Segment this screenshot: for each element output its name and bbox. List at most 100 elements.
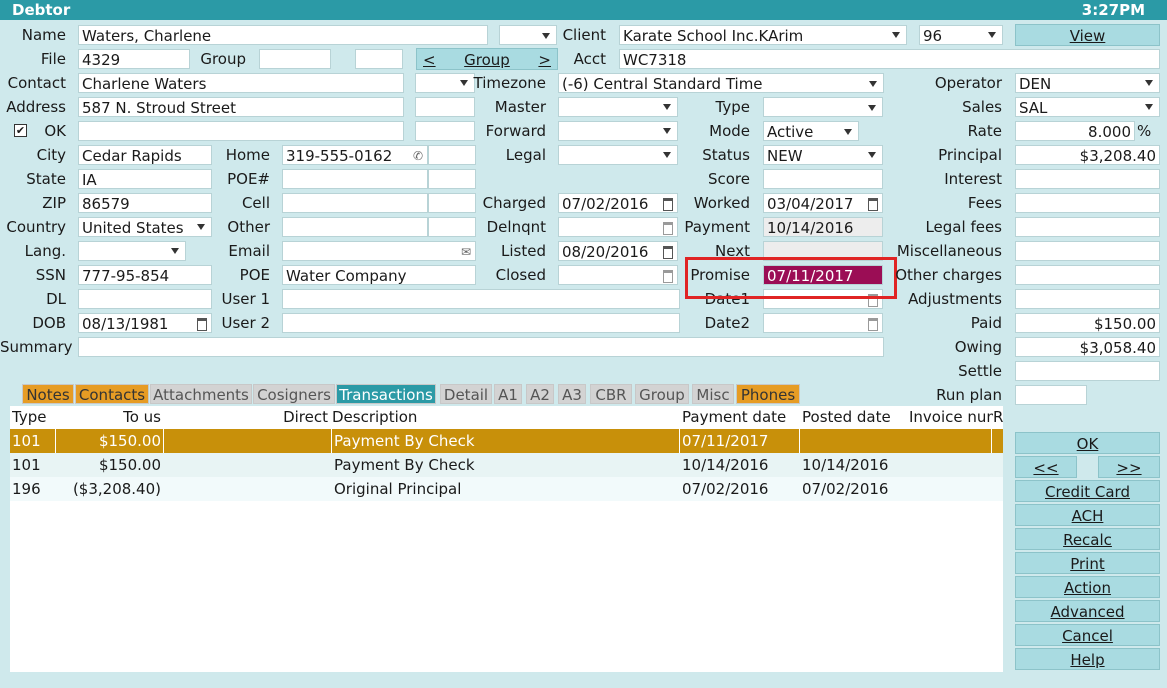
group-field[interactable] — [259, 49, 331, 69]
tab-contacts[interactable]: Contacts — [75, 384, 149, 404]
tab-group[interactable]: Group — [635, 384, 689, 404]
tab-a1[interactable]: A1 — [494, 384, 522, 404]
user1-field[interactable] — [282, 289, 680, 309]
state-field[interactable]: IA — [78, 169, 212, 189]
tab-a3[interactable]: A3 — [558, 384, 586, 404]
contact-field[interactable]: Charlene Waters — [78, 73, 404, 93]
help-button[interactable]: Help — [1015, 648, 1160, 670]
closed-field[interactable] — [558, 265, 678, 285]
dl-field[interactable] — [78, 289, 212, 309]
client-number-select[interactable]: 96 — [919, 25, 1003, 45]
home-ext-field[interactable] — [428, 145, 476, 165]
col-r[interactable]: R — [993, 406, 1003, 428]
worked-field[interactable]: 03/04/2017 — [763, 193, 883, 213]
score-field[interactable] — [763, 169, 883, 189]
phone-icon[interactable]: ✆ — [413, 146, 423, 164]
table-row[interactable]: 101 $150.00 Payment By Check 07/11/2017 — [10, 429, 1003, 453]
address2-extra-field[interactable] — [415, 121, 475, 141]
principal-field[interactable]: $3,208.40 — [1015, 145, 1160, 165]
run-plan-field[interactable] — [1015, 385, 1087, 405]
poe-ext-field[interactable] — [428, 169, 476, 189]
ok-button[interactable]: OK — [1015, 432, 1160, 454]
cell-ext-field[interactable] — [428, 193, 476, 213]
date2-field[interactable] — [763, 313, 883, 333]
print-button[interactable]: Print — [1015, 552, 1160, 574]
legal-fees-field[interactable] — [1015, 217, 1160, 237]
charged-field[interactable]: 07/02/2016 — [558, 193, 678, 213]
tab-detail[interactable]: Detail — [440, 384, 492, 404]
forward-select[interactable] — [558, 121, 678, 141]
table-row[interactable]: 196 ($3,208.40) Original Principal 07/02… — [10, 477, 1003, 501]
next-record-button[interactable]: >> — [1098, 456, 1160, 478]
tab-notes[interactable]: Notes — [22, 384, 74, 404]
cancel-button[interactable]: Cancel — [1015, 624, 1160, 646]
type-select[interactable] — [763, 97, 883, 117]
acct-field[interactable]: WC7318 — [619, 49, 1160, 69]
group-extra-field[interactable] — [355, 49, 403, 69]
address-extra-field[interactable] — [415, 97, 475, 117]
ssn-field[interactable]: 777-95-854 — [78, 265, 212, 285]
fees-field[interactable] — [1015, 193, 1160, 213]
country-select[interactable]: United States — [78, 217, 212, 237]
recalc-button[interactable]: Recalc — [1015, 528, 1160, 550]
email-field[interactable]: ✉ — [282, 241, 476, 261]
summary-field[interactable] — [78, 337, 884, 357]
col-posted-date[interactable]: Posted date — [802, 406, 906, 428]
listed-field[interactable]: 08/20/2016 — [558, 241, 678, 261]
master-select[interactable] — [558, 97, 678, 117]
col-to-us[interactable]: To us — [56, 406, 161, 428]
col-payment-date[interactable]: Payment date — [682, 406, 800, 428]
zip-field[interactable]: 86579 — [78, 193, 212, 213]
home-phone-field[interactable]: 319-555-0162 ✆ — [282, 145, 428, 165]
col-invoice-number[interactable]: Invoice numb — [909, 406, 993, 428]
table-row[interactable]: 101 $150.00 Payment By Check 10/14/2016 … — [10, 453, 1003, 477]
name-suffix-select[interactable] — [499, 25, 557, 45]
rate-field[interactable]: 8.000 — [1015, 121, 1135, 141]
sales-select[interactable]: SAL — [1015, 97, 1160, 117]
calendar-icon[interactable] — [868, 198, 878, 211]
owing-field[interactable]: $3,058.40 — [1015, 337, 1160, 357]
action-button[interactable]: Action — [1015, 576, 1160, 598]
legal-select[interactable] — [558, 145, 678, 165]
client-select[interactable]: Karate School Inc.KArim — [619, 25, 907, 45]
address2-field[interactable] — [78, 121, 404, 141]
prev-record-button[interactable]: << — [1015, 456, 1077, 478]
interest-field[interactable] — [1015, 169, 1160, 189]
group-nav[interactable]: < Group > — [416, 48, 558, 70]
col-description[interactable]: Description — [332, 406, 677, 428]
operator-select[interactable]: DEN — [1015, 73, 1160, 93]
poe-phone-field[interactable] — [282, 169, 428, 189]
group-next[interactable]: > — [538, 49, 551, 71]
lang-select[interactable] — [78, 241, 186, 261]
settle-field[interactable] — [1015, 361, 1160, 381]
ach-button[interactable]: ACH — [1015, 504, 1160, 526]
user2-field[interactable] — [282, 313, 680, 333]
other-charges-field[interactable] — [1015, 265, 1160, 285]
advanced-button[interactable]: Advanced — [1015, 600, 1160, 622]
group-prev[interactable]: < — [423, 49, 436, 71]
city-field[interactable]: Cedar Rapids — [78, 145, 212, 165]
tab-cosigners[interactable]: Cosigners — [253, 384, 335, 404]
status-select[interactable]: NEW — [763, 145, 883, 165]
cell-phone-field[interactable] — [282, 193, 428, 213]
contact-select[interactable] — [415, 73, 475, 93]
mode-select[interactable]: Active — [763, 121, 859, 141]
tab-cbr[interactable]: CBR — [590, 384, 632, 404]
tab-phones[interactable]: Phones — [736, 384, 800, 404]
calendar-icon[interactable] — [663, 198, 673, 211]
name-field[interactable]: Waters, Charlene — [78, 25, 488, 45]
tab-attachments[interactable]: Attachments — [150, 384, 252, 404]
tab-transactions[interactable]: Transactions — [336, 384, 436, 404]
dob-field[interactable]: 08/13/1981 — [78, 313, 212, 333]
adjustments-field[interactable] — [1015, 289, 1160, 309]
tab-a2[interactable]: A2 — [526, 384, 554, 404]
delnqnt-field[interactable] — [558, 217, 678, 237]
credit-card-button[interactable]: Credit Card — [1015, 480, 1160, 502]
timezone-select[interactable]: (-6) Central Standard Time — [558, 73, 884, 93]
paid-field[interactable]: $150.00 — [1015, 313, 1160, 333]
poe-field[interactable]: Water Company — [282, 265, 476, 285]
col-direct[interactable]: Direct — [162, 406, 328, 428]
other-phone-field[interactable] — [282, 217, 428, 237]
file-field[interactable]: 4329 — [78, 49, 190, 69]
calendar-icon[interactable] — [868, 318, 878, 331]
